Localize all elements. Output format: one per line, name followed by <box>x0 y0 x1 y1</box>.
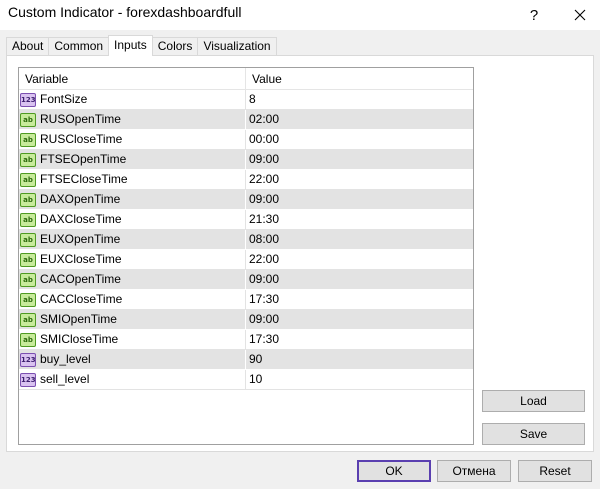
variable-name: FTSEOpenTime <box>40 152 127 166</box>
variable-cell: ab DAXCloseTime <box>19 210 246 229</box>
variable-cell: ab CACOpenTime <box>19 270 246 289</box>
table-row[interactable]: ab CACOpenTime 09:00 <box>19 270 473 290</box>
value-cell[interactable]: 09:00 <box>246 310 473 329</box>
variable-name: EUXOpenTime <box>40 232 121 246</box>
table-row[interactable]: ab EUXOpenTime 08:00 <box>19 230 473 250</box>
string-type-icon: ab <box>20 212 36 227</box>
grid-header: Variable Value <box>19 68 473 90</box>
help-icon: ? <box>529 6 539 24</box>
value-cell[interactable]: 22:00 <box>246 170 473 189</box>
table-row[interactable]: ab DAXOpenTime 09:00 <box>19 190 473 210</box>
string-type-icon: ab <box>20 192 36 207</box>
tab-about[interactable]: About <box>6 37 50 55</box>
variable-cell: ab SMIOpenTime <box>19 310 246 329</box>
table-row[interactable]: 123 buy_level 90 <box>19 350 473 370</box>
table-row[interactable]: ab SMIOpenTime 09:00 <box>19 310 473 330</box>
save-button[interactable]: Save <box>482 423 585 445</box>
window-title: Custom Indicator - forexdashboardfull <box>8 4 242 20</box>
table-row[interactable]: 123 FontSize 8 <box>19 90 473 110</box>
variable-cell: ab CACCloseTime <box>19 290 246 309</box>
table-row[interactable]: 123 sell_level 10 <box>19 370 473 390</box>
value-cell[interactable]: 17:30 <box>246 290 473 309</box>
help-button[interactable]: ? <box>519 0 549 30</box>
variable-name: RUSCloseTime <box>40 132 123 146</box>
column-header-variable[interactable]: Variable <box>19 68 246 89</box>
value-cell[interactable]: 17:30 <box>246 330 473 349</box>
variable-cell: ab EUXOpenTime <box>19 230 246 249</box>
tab-inputs[interactable]: Inputs <box>108 35 153 56</box>
string-type-icon: ab <box>20 272 36 287</box>
string-type-icon: ab <box>20 132 36 147</box>
integer-type-icon: 123 <box>20 352 36 367</box>
close-button[interactable] <box>565 0 595 30</box>
column-header-value[interactable]: Value <box>246 68 473 89</box>
variable-name: sell_level <box>40 372 90 386</box>
string-type-icon: ab <box>20 152 36 167</box>
title-bar: Custom Indicator - forexdashboardfull ? <box>0 0 600 30</box>
value-cell[interactable]: 90 <box>246 350 473 369</box>
string-type-icon: ab <box>20 112 36 127</box>
variable-cell: ab DAXOpenTime <box>19 190 246 209</box>
table-row[interactable]: ab SMICloseTime 17:30 <box>19 330 473 350</box>
inputs-grid[interactable]: Variable Value 123 FontSize 8 ab RUSOpenTime… <box>18 67 474 445</box>
variable-cell: ab FTSECloseTime <box>19 170 246 189</box>
variable-name: FTSECloseTime <box>40 172 128 186</box>
table-row[interactable]: ab FTSECloseTime 22:00 <box>19 170 473 190</box>
load-button[interactable]: Load <box>482 390 585 412</box>
variable-cell: ab RUSCloseTime <box>19 130 246 149</box>
variable-name: SMIOpenTime <box>40 312 117 326</box>
table-row[interactable]: ab RUSCloseTime 00:00 <box>19 130 473 150</box>
value-cell[interactable]: 09:00 <box>246 190 473 209</box>
tab-colors[interactable]: Colors <box>151 37 199 55</box>
string-type-icon: ab <box>20 252 36 267</box>
table-row[interactable]: ab CACCloseTime 17:30 <box>19 290 473 310</box>
variable-name: DAXOpenTime <box>40 192 121 206</box>
value-cell[interactable]: 08:00 <box>246 230 473 249</box>
value-cell[interactable]: 21:30 <box>246 210 473 229</box>
ok-button[interactable]: OK <box>357 460 431 482</box>
variable-name: buy_level <box>40 352 91 366</box>
variable-name: EUXCloseTime <box>40 252 122 266</box>
grid-body: 123 FontSize 8 ab RUSOpenTime 02:00 ab RUSClose… <box>19 90 473 390</box>
variable-cell: ab SMICloseTime <box>19 330 246 349</box>
value-cell[interactable]: 09:00 <box>246 150 473 169</box>
table-row[interactable]: ab DAXCloseTime 21:30 <box>19 210 473 230</box>
variable-name: RUSOpenTime <box>40 112 121 126</box>
value-cell[interactable]: 8 <box>246 90 473 109</box>
variable-name: FontSize <box>40 92 88 106</box>
table-row[interactable]: ab FTSEOpenTime 09:00 <box>19 150 473 170</box>
value-cell[interactable]: 22:00 <box>246 250 473 269</box>
variable-name: CACOpenTime <box>40 272 121 286</box>
string-type-icon: ab <box>20 172 36 187</box>
variable-cell: 123 FontSize <box>19 90 246 109</box>
string-type-icon: ab <box>20 332 36 347</box>
close-icon <box>574 9 586 21</box>
reset-button[interactable]: Reset <box>518 460 592 482</box>
variable-cell: 123 sell_level <box>19 370 246 389</box>
integer-type-icon: 123 <box>20 372 36 387</box>
tab-common[interactable]: Common <box>48 37 110 55</box>
integer-type-icon: 123 <box>20 92 36 107</box>
variable-cell: ab FTSEOpenTime <box>19 150 246 169</box>
variable-cell: ab EUXCloseTime <box>19 250 246 269</box>
cancel-button[interactable]: Отмена <box>437 460 511 482</box>
table-row[interactable]: ab RUSOpenTime 02:00 <box>19 110 473 130</box>
variable-name: DAXCloseTime <box>40 212 122 226</box>
table-row[interactable]: ab EUXCloseTime 22:00 <box>19 250 473 270</box>
value-cell[interactable]: 09:00 <box>246 270 473 289</box>
value-cell[interactable]: 00:00 <box>246 130 473 149</box>
variable-name: CACCloseTime <box>40 292 123 306</box>
tab-visualization[interactable]: Visualization <box>197 37 277 55</box>
string-type-icon: ab <box>20 312 36 327</box>
variable-cell: ab RUSOpenTime <box>19 110 246 129</box>
value-cell[interactable]: 10 <box>246 370 473 389</box>
variable-cell: 123 buy_level <box>19 350 246 369</box>
string-type-icon: ab <box>20 292 36 307</box>
tab-strip: About Common Inputs Colors Visualization <box>6 35 277 56</box>
inputs-panel: Variable Value 123 FontSize 8 ab RUSOpenTime… <box>6 55 594 452</box>
variable-name: SMICloseTime <box>40 332 119 346</box>
value-cell[interactable]: 02:00 <box>246 110 473 129</box>
string-type-icon: ab <box>20 232 36 247</box>
